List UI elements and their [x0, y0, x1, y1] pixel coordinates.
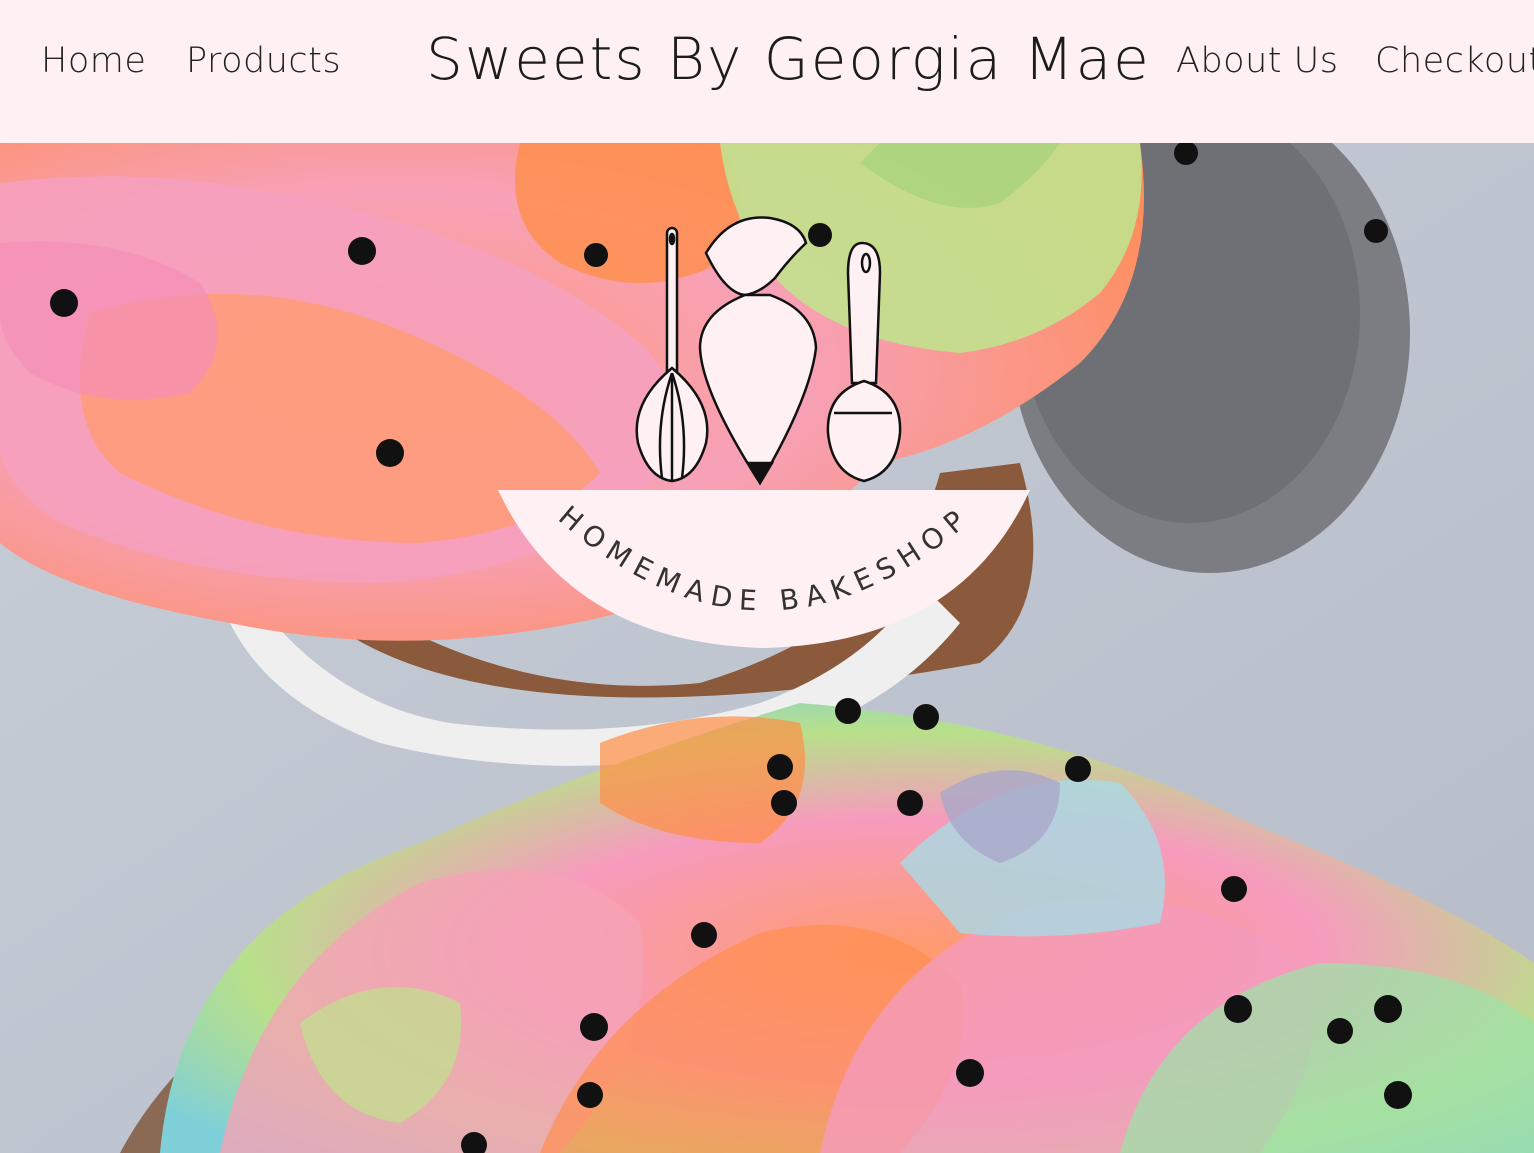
hero-cupcakes-image: HOMEMADE BAKESHOP	[0, 143, 1534, 1153]
site-title[interactable]: Sweets By Georgia Mae	[426, 30, 1149, 88]
nav-about-us-link[interactable]: About Us	[1176, 44, 1338, 79]
nav-checkout-link[interactable]: Checkout	[1375, 44, 1534, 79]
hero-section: HOMEMADE BAKESHOP	[0, 143, 1534, 1153]
site-header: Home Products Sweets By Georgia Mae Abou…	[0, 0, 1534, 143]
nav-home-link[interactable]: Home	[41, 44, 146, 79]
nav-products-link[interactable]: Products	[186, 44, 341, 79]
